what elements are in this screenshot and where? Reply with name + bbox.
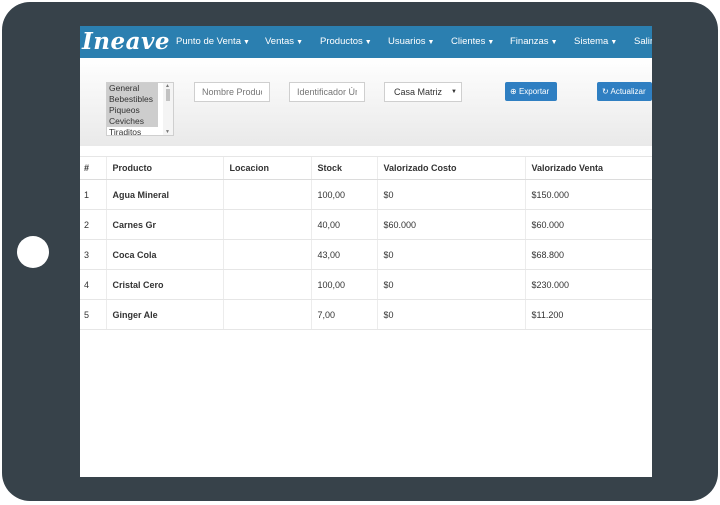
table-row[interactable]: 5 Ginger Ale 7,00 $0 $11.200 bbox=[80, 299, 652, 330]
nav-salir[interactable]: Salir bbox=[634, 36, 652, 47]
caret-down-icon: ▼ bbox=[364, 39, 372, 46]
nav-label: Clientes bbox=[451, 36, 486, 47]
cell-locacion bbox=[222, 209, 311, 240]
cell-valorizado-venta: $60.000 bbox=[524, 209, 652, 240]
cell-stock: 7,00 bbox=[310, 299, 377, 330]
inventory-table: # Producto Locacion Stock Valorizado Cos… bbox=[80, 156, 652, 330]
cell-valorizado-venta: $150.000 bbox=[524, 179, 652, 210]
cell-valorizado-costo: $0 bbox=[376, 269, 525, 300]
cell-stock: 100,00 bbox=[310, 179, 377, 210]
unique-id-input[interactable] bbox=[289, 82, 365, 102]
cell-valorizado-venta: $230.000 bbox=[524, 269, 652, 300]
nav-usuarios[interactable]: Usuarios ▼ bbox=[388, 36, 434, 47]
column-header-valorizado-costo[interactable]: Valorizado Costo bbox=[376, 156, 525, 180]
filter-toolbar: General Bebestibles Piqueos Ceviches Tir… bbox=[80, 58, 652, 146]
listbox-scrollbar[interactable]: ▲ ▼ bbox=[163, 83, 173, 135]
table-row[interactable]: 1 Agua Mineral 100,00 $0 $150.000 bbox=[80, 179, 652, 210]
category-listbox[interactable]: General Bebestibles Piqueos Ceviches Tir… bbox=[106, 82, 174, 136]
caret-down-icon: ▼ bbox=[296, 39, 303, 46]
cell-locacion bbox=[222, 179, 311, 210]
cell-locacion bbox=[222, 299, 311, 330]
export-button[interactable]: ⊕ Exportar bbox=[505, 82, 557, 101]
caret-down-icon: ▼ bbox=[550, 39, 558, 46]
cell-locacion bbox=[222, 239, 311, 270]
category-option[interactable]: Bebestibles bbox=[107, 94, 158, 105]
column-header-stock[interactable]: Stock bbox=[310, 156, 377, 180]
cell-valorizado-costo: $60.000 bbox=[376, 209, 525, 240]
column-header-locacion[interactable]: Locacion bbox=[222, 156, 311, 180]
nav-punto-de-venta[interactable]: Punto de Venta ▼ bbox=[176, 36, 250, 47]
nav-finanzas[interactable]: Finanzas ▼ bbox=[510, 36, 558, 47]
cell-stock: 100,00 bbox=[310, 269, 377, 300]
nav-productos[interactable]: Productos ▼ bbox=[320, 36, 372, 47]
nav-label: Finanzas bbox=[510, 36, 549, 47]
nav-label: Sistema bbox=[574, 36, 609, 47]
caret-down-icon: ▼ bbox=[427, 39, 435, 46]
navbar: Ineave Punto de Venta ▼ Ventas ▼ Productos… bbox=[80, 26, 652, 58]
nav-label: Usuarios bbox=[388, 36, 426, 47]
cell-valorizado-costo: $0 bbox=[376, 239, 525, 270]
nav-sistema[interactable]: Sistema ▼ bbox=[574, 36, 617, 47]
caret-down-icon: ▼ bbox=[610, 39, 618, 46]
cell-index: 2 bbox=[80, 209, 106, 240]
select-arrow-icon: ▼ bbox=[451, 89, 457, 95]
brand-logo[interactable]: Ineave bbox=[82, 28, 170, 55]
table-header-row: # Producto Locacion Stock Valorizado Cos… bbox=[80, 156, 652, 180]
table-row[interactable]: 4 Cristal Cero 100,00 $0 $230.000 bbox=[80, 269, 652, 300]
cell-index: 1 bbox=[80, 179, 106, 210]
refresh-icon: ↻ bbox=[602, 87, 609, 96]
caret-down-icon: ▼ bbox=[242, 39, 250, 46]
cell-valorizado-costo: $0 bbox=[376, 179, 525, 210]
cell-producto: Ginger Ale bbox=[105, 299, 223, 330]
nav-label: Ventas bbox=[265, 36, 295, 47]
cell-valorizado-venta: $11.200 bbox=[524, 299, 652, 330]
refresh-label: Actualizar bbox=[610, 87, 646, 96]
refresh-button[interactable]: ↻ Actualizar bbox=[597, 82, 652, 101]
cell-valorizado-venta: $68.800 bbox=[524, 239, 652, 270]
table-row[interactable]: 2 Carnes Gr 40,00 $60.000 $60.000 bbox=[80, 209, 652, 240]
cell-stock: 40,00 bbox=[310, 209, 377, 240]
nav-label: Salir bbox=[634, 36, 652, 47]
nav-label: Productos bbox=[320, 36, 363, 47]
branch-select[interactable]: Casa Matriz ▼ bbox=[384, 82, 462, 102]
column-header-index[interactable]: # bbox=[80, 156, 106, 180]
app-screen: Ineave Punto de Venta ▼ Ventas ▼ Productos… bbox=[80, 26, 652, 477]
cell-producto: Coca Cola bbox=[105, 239, 223, 270]
category-option[interactable]: Ceviches bbox=[107, 116, 158, 127]
cell-index: 3 bbox=[80, 239, 106, 270]
cell-producto: Cristal Cero bbox=[105, 269, 223, 300]
product-name-input[interactable] bbox=[194, 82, 270, 102]
cell-producto: Agua Mineral bbox=[105, 179, 223, 210]
table-row[interactable]: 3 Coca Cola 43,00 $0 $68.800 bbox=[80, 239, 652, 270]
nav-ventas[interactable]: Ventas ▼ bbox=[265, 36, 303, 47]
category-option[interactable]: Tiraditos bbox=[107, 127, 158, 135]
caret-down-icon: ▼ bbox=[487, 39, 495, 46]
scroll-down-icon[interactable]: ▼ bbox=[165, 129, 170, 135]
category-option[interactable]: General bbox=[107, 83, 158, 94]
scroll-thumb[interactable] bbox=[166, 89, 170, 101]
cell-producto: Carnes Gr bbox=[105, 209, 223, 240]
cell-index: 5 bbox=[80, 299, 106, 330]
nav-label: Punto de Venta bbox=[176, 36, 241, 47]
branch-select-value: Casa Matriz bbox=[394, 87, 443, 97]
category-option[interactable]: Piqueos bbox=[107, 105, 158, 116]
column-header-valorizado-venta[interactable]: Valorizado Venta bbox=[524, 156, 652, 180]
cell-stock: 43,00 bbox=[310, 239, 377, 270]
export-label: Exportar bbox=[518, 87, 550, 96]
nav-clientes[interactable]: Clientes ▼ bbox=[451, 36, 494, 47]
home-button bbox=[17, 236, 49, 268]
cell-locacion bbox=[222, 269, 311, 300]
cell-index: 4 bbox=[80, 269, 106, 300]
cell-valorizado-costo: $0 bbox=[376, 299, 525, 330]
export-icon: ⊕ bbox=[510, 87, 517, 96]
column-header-producto[interactable]: Producto bbox=[105, 156, 223, 180]
